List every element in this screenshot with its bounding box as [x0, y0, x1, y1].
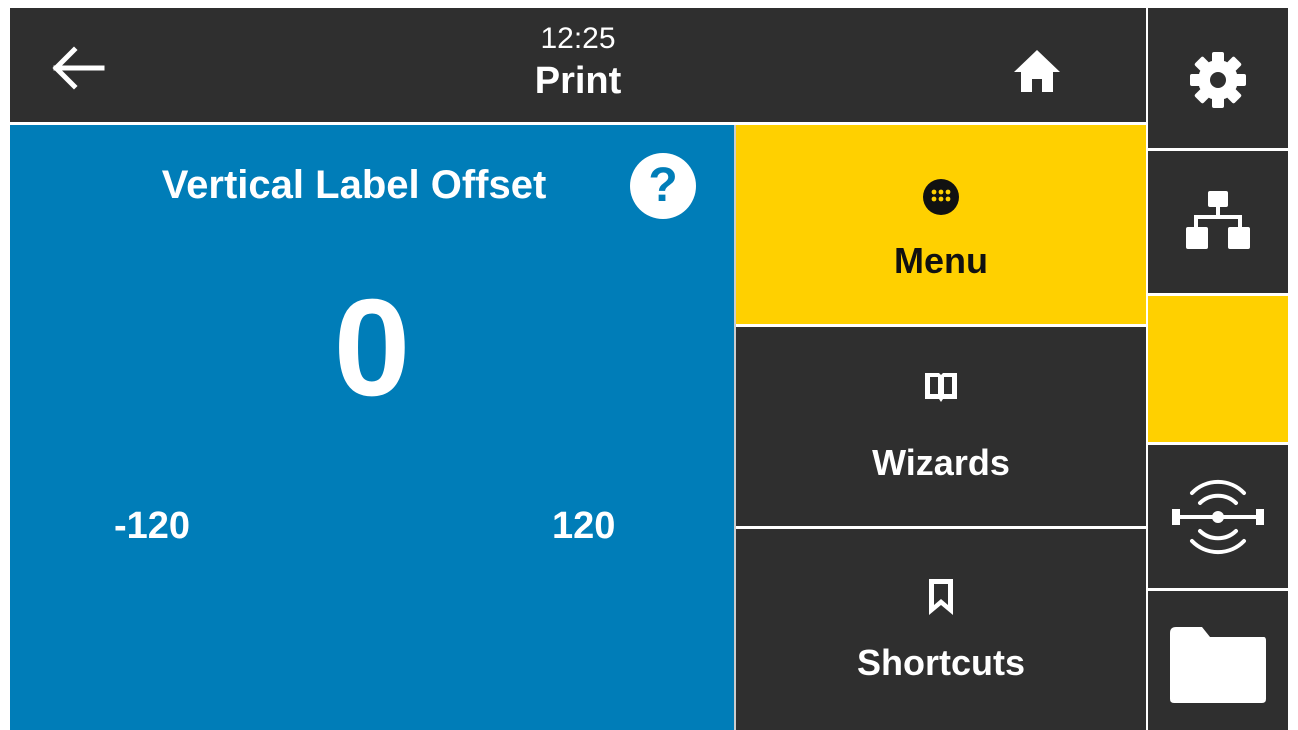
- menu-dots-icon: [923, 179, 959, 215]
- menu-tile[interactable]: Menu: [736, 125, 1146, 324]
- printer-screen: 12:25 Print Vertical Label Offset ? 0 -1…: [10, 8, 1288, 730]
- status-indicator[interactable]: [1148, 296, 1288, 442]
- setting-value[interactable]: 0: [10, 273, 734, 423]
- page-title: Print: [534, 60, 622, 102]
- clock: 12:25: [540, 22, 616, 55]
- network-icon: [1186, 191, 1250, 249]
- gear-icon: [1190, 52, 1246, 108]
- settings-button[interactable]: [1148, 8, 1288, 148]
- menu-label: Menu: [894, 240, 988, 281]
- wizards-label: Wizards: [872, 442, 1010, 483]
- setting-title: Vertical Label Offset: [10, 161, 734, 209]
- help-button[interactable]: ?: [630, 153, 696, 219]
- range-min: -120: [114, 505, 191, 547]
- setting-panel: Vertical Label Offset ? 0 -120 120: [10, 125, 734, 730]
- rfid-icon: [1172, 479, 1264, 555]
- header-bar: 12:25 Print: [10, 8, 1146, 122]
- rfid-button[interactable]: [1148, 445, 1288, 588]
- book-icon: [925, 373, 957, 402]
- storage-button[interactable]: [1148, 591, 1288, 730]
- shortcuts-label: Shortcuts: [856, 642, 1025, 683]
- setting-title-text: Vertical Label Offset: [161, 163, 547, 207]
- folder-icon: [1170, 627, 1266, 703]
- wizards-tile[interactable]: Wizards: [736, 327, 1146, 526]
- shortcuts-tile[interactable]: Shortcuts: [736, 529, 1146, 730]
- home-icon: [1014, 50, 1060, 92]
- range-max: 120: [552, 505, 616, 547]
- bookmark-icon: [929, 579, 953, 615]
- network-button[interactable]: [1148, 151, 1288, 293]
- home-button[interactable]: [1012, 48, 1062, 94]
